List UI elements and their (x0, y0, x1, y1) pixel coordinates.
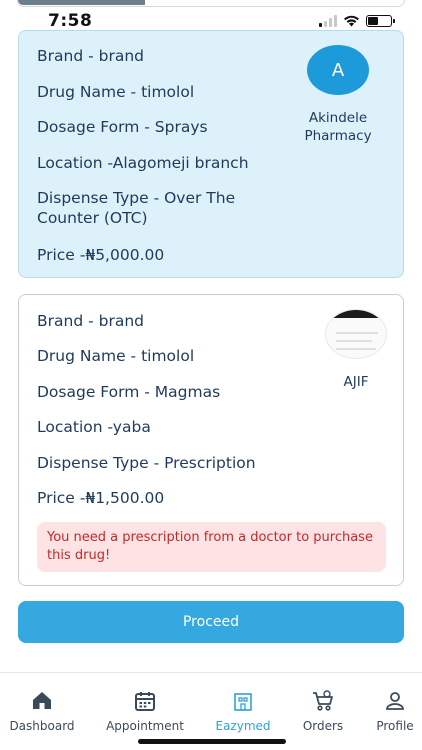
nav-item-profile[interactable]: Profile (370, 689, 420, 733)
pharmacy-card-akindele[interactable]: Brand - brand Drug Name - timolol Dosage… (18, 30, 404, 278)
nav-label: Appointment (106, 719, 184, 733)
status-bar: 7:58 (0, 8, 422, 31)
pharmacy-card-ajif[interactable]: Brand - brand Drug Name - timolol Dosage… (18, 294, 404, 586)
battery-icon (366, 14, 395, 27)
nav-item-dashboard[interactable]: Dashboard (6, 689, 78, 733)
pharmacy-name: AJIF (343, 374, 369, 390)
user-icon (386, 692, 404, 710)
dispense-type-text: Dispense Type - Over The Counter (OTC) (37, 189, 236, 227)
signal-icon (319, 14, 337, 27)
dosage-form-text: Dosage Form - Sprays (37, 118, 208, 136)
dosage-form-text: Dosage Form - Magmas (37, 383, 221, 401)
home-icon (33, 692, 51, 709)
nav-item-orders[interactable]: Orders (296, 689, 350, 733)
dispense-type-text: Dispense Type - Prescription (37, 454, 256, 472)
status-icons (319, 14, 395, 27)
price-text: Price -₦1,500.00 (37, 489, 165, 507)
brand-text: Brand - brand (37, 312, 144, 330)
price-text: Price -₦5,000.00 (37, 246, 165, 264)
nav-label: Dashboard (9, 719, 75, 733)
top-tab-progress (18, 0, 146, 5)
nav-item-eazymed[interactable]: Eazymed (210, 689, 276, 733)
drug-name-text: Drug Name - timolol (37, 347, 195, 365)
top-tab-strip (17, 0, 405, 7)
pharmacy-name: Akindele Pharmacy (304, 110, 372, 144)
nav-label: Profile (376, 719, 414, 733)
location-text: Location -yaba (37, 418, 151, 436)
prescription-alert: You need a prescription from a doctor to… (37, 522, 386, 572)
hospital-icon (234, 693, 252, 711)
wifi-icon (344, 15, 359, 27)
calendar-icon (135, 692, 155, 711)
brand-text: Brand - brand (37, 47, 144, 65)
pharmacy-logo-image (325, 309, 387, 359)
drug-name-text: Drug Name - timolol (37, 83, 195, 101)
battery-level (368, 16, 378, 25)
nav-label: Eazymed (215, 719, 271, 733)
home-indicator (138, 739, 286, 744)
nav-label: Orders (302, 719, 344, 733)
pharmacy-avatar: A (307, 45, 369, 95)
nav-item-appointment[interactable]: Appointment (102, 689, 188, 733)
proceed-button[interactable]: Proceed (18, 601, 404, 643)
status-time: 7:58 (48, 11, 93, 31)
location-text: Location -Alagomeji branch (37, 154, 249, 172)
cart-icon (313, 690, 333, 711)
